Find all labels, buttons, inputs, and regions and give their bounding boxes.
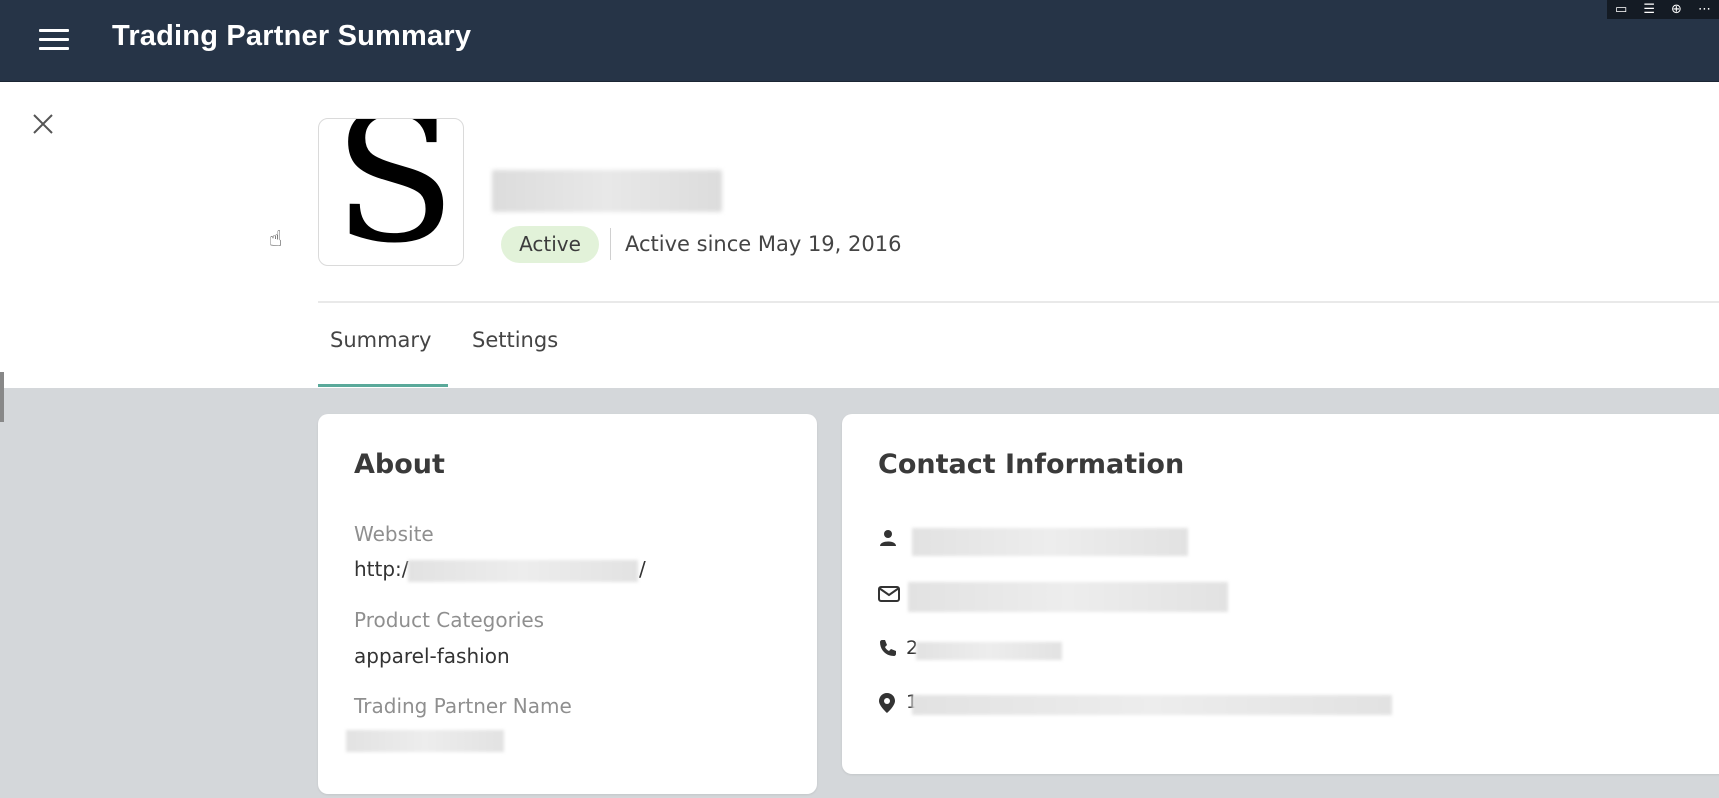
logo-letter: S <box>333 118 457 266</box>
window-controls: ▭ ☰ ⊕ ⋯ <box>1607 0 1719 19</box>
website-label: Website <box>354 522 434 546</box>
status-badge: Active <box>501 226 599 263</box>
contact-email-redacted <box>908 582 1228 612</box>
partner-header: ☝ S Active Active since May 19, 2016 Sum… <box>0 82 1719 388</box>
tab-settings[interactable]: Settings <box>472 328 558 352</box>
header-divider <box>318 301 1719 303</box>
scrollbar-handle[interactable] <box>0 372 4 422</box>
active-since-text: Active since May 19, 2016 <box>625 232 902 256</box>
contact-address-redacted <box>912 695 1392 715</box>
about-card: About Website http:/ / Product Categorie… <box>318 414 817 794</box>
contact-phone-row: 2 <box>878 636 1678 664</box>
about-title: About <box>354 449 445 480</box>
partner-name-redacted <box>492 170 722 212</box>
active-tab-indicator <box>318 384 448 387</box>
panel-icon[interactable]: ☰ <box>1643 0 1655 19</box>
location-pin-icon <box>879 693 895 713</box>
website-redacted <box>408 560 638 582</box>
contact-person-row <box>878 526 1678 556</box>
close-icon[interactable] <box>30 111 56 137</box>
website-prefix: http:/ <box>354 557 409 581</box>
contact-phone-redacted <box>916 642 1062 660</box>
mail-icon <box>878 586 900 602</box>
trading-partner-name-redacted <box>346 730 504 752</box>
person-icon <box>880 530 896 546</box>
hand-cursor-icon: ☝ <box>269 227 283 252</box>
tab-summary[interactable]: Summary <box>330 328 431 352</box>
product-categories-value: apparel-fashion <box>354 644 510 668</box>
badge-divider <box>610 228 611 260</box>
website-suffix: / <box>639 557 646 581</box>
download-icon[interactable]: ⊕ <box>1671 0 1682 19</box>
contact-person-redacted <box>912 528 1188 556</box>
top-app-bar: Trading Partner Summary ▭ ☰ ⊕ ⋯ <box>0 0 1719 82</box>
hamburger-menu-icon[interactable] <box>39 29 69 51</box>
phone-icon <box>880 640 896 656</box>
product-categories-label: Product Categories <box>354 608 545 632</box>
more-icon[interactable]: ⋯ <box>1698 0 1711 19</box>
trading-partner-name-label: Trading Partner Name <box>354 694 572 718</box>
page-title: Trading Partner Summary <box>112 20 472 52</box>
comment-icon[interactable]: ▭ <box>1615 0 1627 19</box>
contact-address-row: 1 <box>878 690 1678 718</box>
contact-title: Contact Information <box>878 449 1185 480</box>
partner-logo: S <box>318 118 464 266</box>
contact-card: Contact Information 2 1 <box>842 414 1719 774</box>
contact-email-row <box>878 582 1678 612</box>
website-value[interactable]: http:/ <box>354 557 409 581</box>
